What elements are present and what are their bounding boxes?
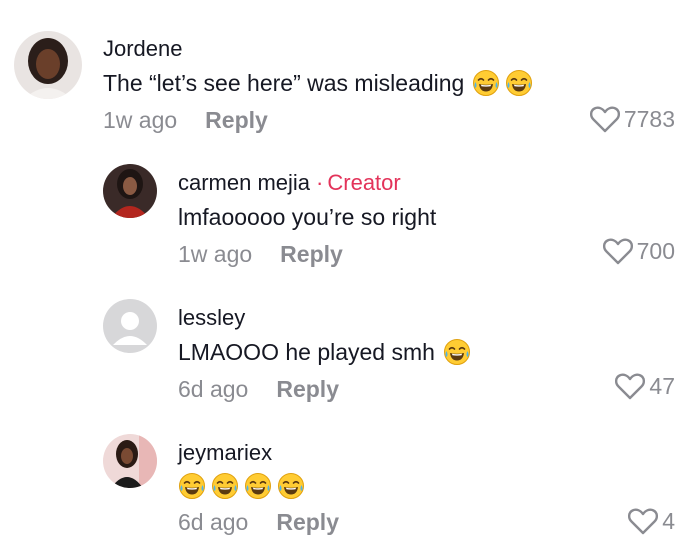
like-count: 7783 [623, 106, 675, 132]
comment-text [178, 472, 658, 500]
avatar-photo [14, 31, 82, 99]
face-with-tears-of-joy-icon [178, 472, 206, 500]
timestamp: 1w ago [178, 241, 253, 267]
like-count: 700 [636, 238, 675, 264]
comment-text-content: LMAOOO he played smh [178, 339, 435, 365]
avatar-photo [103, 164, 157, 218]
comment-content: jeymariex 6d ago Reply [178, 440, 658, 536]
comment-item: carmen mejia · Creator lmfaooooo you’re so… [0, 164, 677, 274]
emoji-group [472, 69, 533, 97]
creator-badge: Creator [327, 170, 401, 195]
comment-text-content: The “let’s see here” was misleading [103, 70, 465, 96]
avatar[interactable] [103, 299, 157, 353]
comment-content: carmen mejia · Creator lmfaooooo you’re so… [178, 170, 658, 268]
comment-meta: 6d ago Reply [178, 375, 658, 403]
comment-text: LMAOOO he played smh [178, 337, 658, 367]
username-line: carmen mejia · Creator [178, 170, 658, 196]
reply-button[interactable]: Reply [280, 240, 343, 268]
username[interactable]: Jordene [103, 36, 663, 62]
heart-outline-icon [602, 238, 637, 265]
comment-item: jeymariex 6d ago Reply 4 [0, 434, 677, 544]
comment-item: Jordene The “let’s see here” was mislead… [0, 28, 677, 138]
timestamp: 1w ago [103, 107, 178, 133]
like-button[interactable]: 47 [615, 373, 675, 400]
comment-item: lessley LMAOOO he played smh 6d ago Repl… [0, 299, 677, 409]
comment-meta: 6d ago Reply [178, 508, 658, 536]
face-with-tears-of-joy-icon [277, 472, 305, 500]
face-with-tears-of-joy-icon [211, 472, 239, 500]
reply-button[interactable]: Reply [205, 106, 268, 134]
comment-text: The “let’s see here” was misleading [103, 68, 663, 98]
reply-button[interactable]: Reply [276, 508, 339, 536]
emoji-group [178, 472, 305, 500]
username[interactable]: carmen mejia [178, 170, 310, 195]
timestamp: 6d ago [178, 509, 249, 535]
comment-meta: 1w ago Reply [103, 106, 663, 134]
person-placeholder-icon [103, 299, 157, 353]
comment-meta: 1w ago Reply [178, 240, 658, 268]
heart-outline-icon [628, 508, 662, 535]
comment-text: lmfaooooo you’re so right [178, 202, 658, 232]
heart-outline-icon [589, 106, 624, 133]
face-with-tears-of-joy-icon [472, 69, 500, 97]
reply-button[interactable]: Reply [276, 375, 339, 403]
comment-text-content: lmfaooooo you’re so right [178, 204, 437, 230]
username[interactable]: lessley [178, 305, 658, 331]
like-button[interactable]: 7783 [589, 106, 675, 133]
avatar-photo [103, 434, 157, 488]
heart-outline-icon [615, 373, 649, 400]
like-button[interactable]: 700 [602, 238, 675, 265]
avatar[interactable] [103, 434, 157, 488]
timestamp: 6d ago [178, 376, 249, 402]
emoji-group [443, 338, 471, 366]
comment-content: lessley LMAOOO he played smh 6d ago Repl… [178, 305, 658, 403]
face-with-tears-of-joy-icon [505, 69, 533, 97]
face-with-tears-of-joy-icon [244, 472, 272, 500]
username[interactable]: jeymariex [178, 440, 658, 466]
creator-separator: · [316, 170, 324, 195]
avatar[interactable] [14, 31, 82, 99]
like-count: 4 [662, 508, 675, 534]
avatar[interactable] [103, 164, 157, 218]
like-button[interactable]: 4 [628, 508, 675, 535]
like-count: 47 [649, 373, 675, 399]
face-with-tears-of-joy-icon [443, 338, 471, 366]
comment-content: Jordene The “let’s see here” was mislead… [103, 36, 663, 134]
